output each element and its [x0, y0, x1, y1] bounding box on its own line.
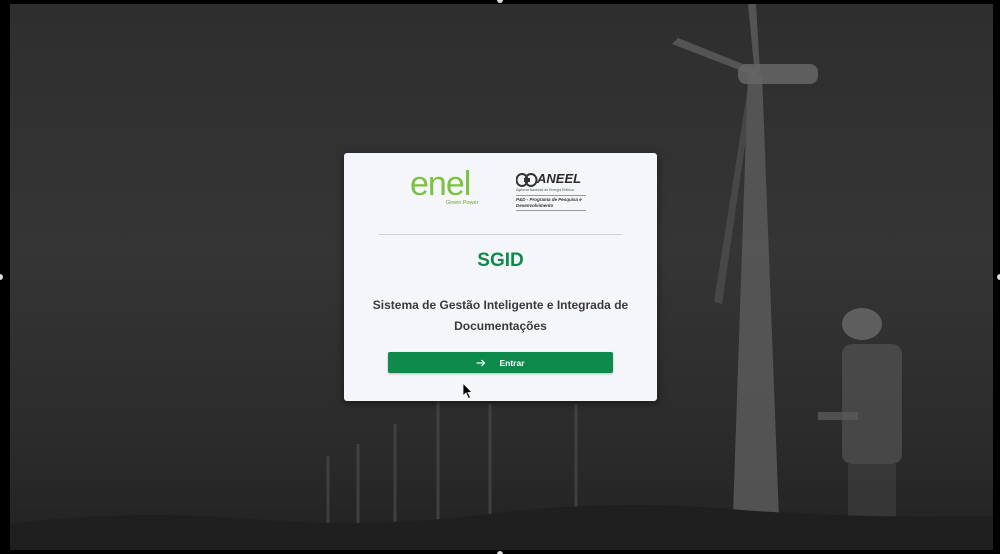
aneel-mark-icon — [516, 173, 538, 187]
enel-tagline: Green Power — [446, 200, 479, 206]
mouse-cursor-icon — [463, 383, 473, 399]
enel-logo: enel Green Power — [410, 165, 484, 211]
resize-handle-top[interactable] — [497, 0, 503, 3]
enter-button-label: Entrar — [499, 357, 525, 368]
aneel-logo: ANEEL Agência Nacional de Energia Elétri… — [514, 171, 586, 211]
page-title: SGID — [477, 250, 524, 271]
screen-frame: enel Green Power ANEEL Agência Nacional … — [0, 0, 1000, 554]
enel-wordmark: enel — [410, 165, 471, 203]
arrow-right-icon — [476, 359, 486, 366]
login-card: enel Green Power ANEEL Agência Nacional … — [344, 153, 657, 401]
divider — [379, 234, 622, 235]
aneel-agency: Agência Nacional de Energia Elétrica — [516, 188, 574, 192]
aneel-name: ANEEL — [537, 171, 582, 186]
aneel-program: P&D - Programa de Pesquisa e Desenvolvim… — [516, 195, 586, 211]
resize-handle-left[interactable] — [0, 274, 3, 280]
enter-button[interactable]: Entrar — [388, 352, 613, 373]
page-subtitle: Sistema de Gestão Inteligente e Integrad… — [372, 298, 629, 333]
